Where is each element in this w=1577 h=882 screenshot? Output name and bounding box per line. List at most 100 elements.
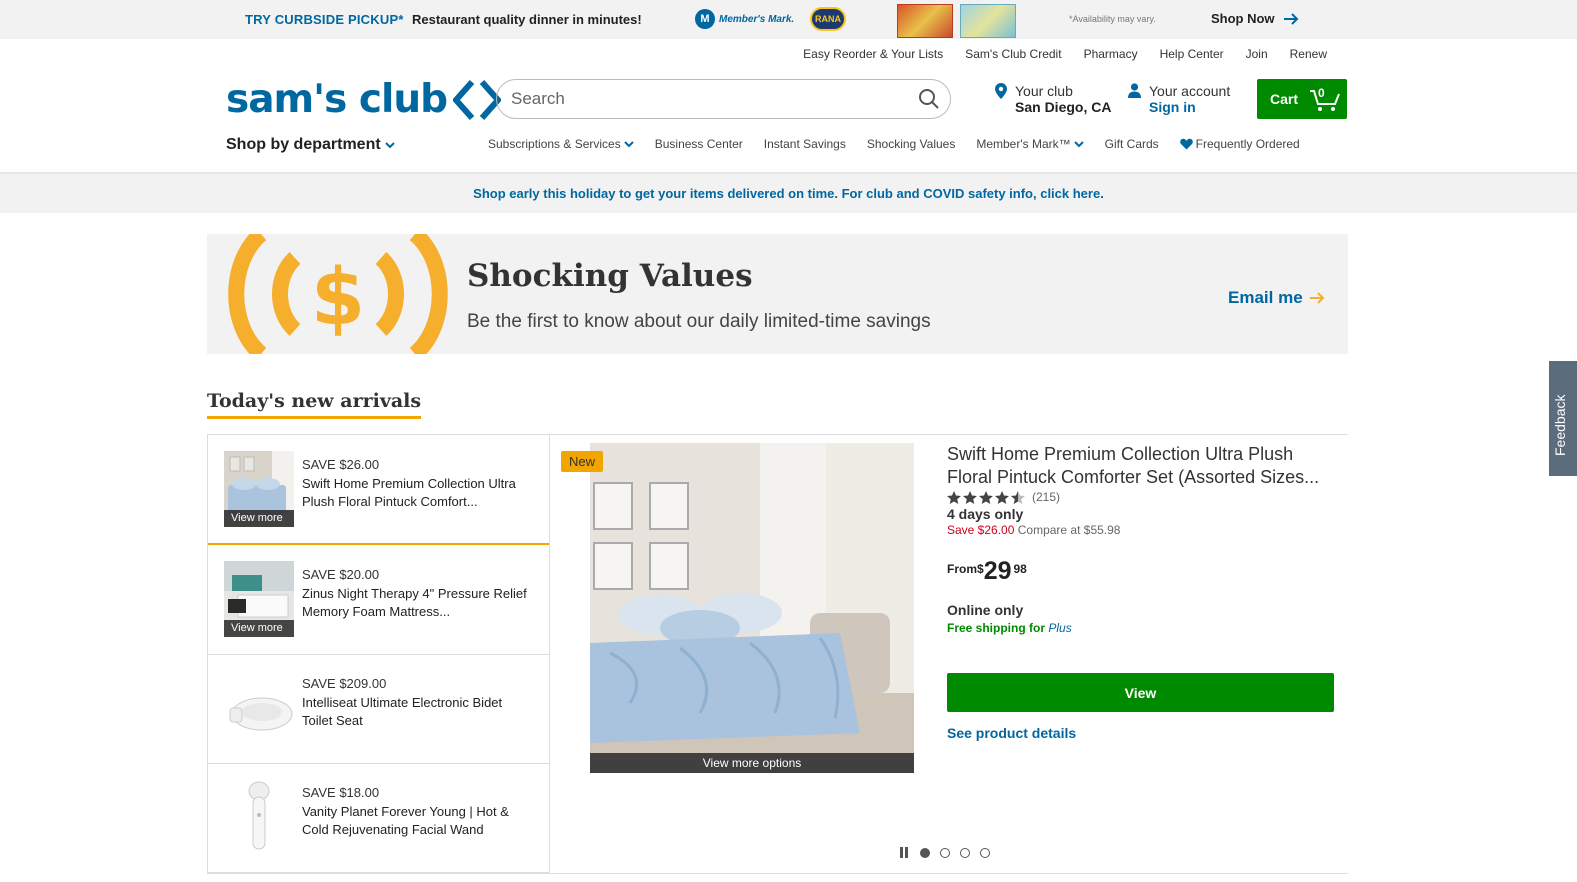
holiday-banner: Shop early this holiday to get your item… (0, 174, 1577, 213)
price-cents: 98 (1013, 562, 1027, 576)
product-name: Vanity Planet Forever Young | Hot & Cold… (302, 804, 509, 837)
carousel-dot[interactable] (960, 847, 970, 858)
cart-button[interactable]: Cart 0 (1257, 79, 1347, 119)
carousel-dot[interactable] (920, 847, 930, 858)
compare-price: Compare at $55.98 (1017, 523, 1121, 537)
sign-in-link[interactable]: Sign in (1149, 99, 1230, 115)
comforter-photo (590, 443, 914, 773)
featured-product-image[interactable] (590, 443, 914, 773)
list-item[interactable]: View more SAVE $26.00 Swift Home Premium… (208, 435, 549, 545)
nav-item-members-mark[interactable]: Member's Mark™ (976, 137, 1084, 151)
product-thumbnail (224, 779, 294, 855)
price: From $ 29 98 (947, 557, 1027, 586)
nav-item-subscriptions[interactable]: Subscriptions & Services (488, 137, 634, 151)
featured-product: View more options New Swift Home Premium… (549, 434, 1348, 874)
curbside-label: TRY CURBSIDE PICKUP* (245, 12, 404, 27)
utility-link-help-center[interactable]: Help Center (1160, 47, 1224, 61)
cart-label: Cart (1270, 91, 1299, 107)
nav-item-label: Frequently Ordered (1195, 137, 1300, 151)
product-package-image (960, 4, 1016, 38)
promo-tagline: Restaurant quality dinner in minutes! (412, 12, 642, 27)
availability-note: *Availability may vary. (1069, 14, 1156, 24)
price-from: From (947, 562, 977, 576)
shocking-values-title: Shocking Values (467, 258, 753, 294)
shocking-values-dollar-icon: $ (228, 234, 448, 354)
promo-bar[interactable]: TRY CURBSIDE PICKUP* Restaurant quality … (0, 0, 1577, 39)
members-mark-logo-text: Member's Mark. (719, 13, 795, 25)
rana-logo: RANA (810, 7, 846, 31)
carousel-dot[interactable] (980, 847, 990, 858)
shop-by-department[interactable]: Shop by department (226, 136, 395, 154)
nav-item-business-center[interactable]: Business Center (655, 137, 743, 151)
shocking-values-banner[interactable]: $ Shocking Values Be the first to know a… (207, 234, 1348, 354)
nav-item-shocking-values[interactable]: Shocking Values (867, 137, 956, 151)
feedback-tab[interactable]: Feedback (1549, 361, 1577, 476)
save-amount: SAVE $18.00 (302, 785, 380, 800)
save-amount: SAVE $26.00 (302, 457, 380, 472)
featured-product-title[interactable]: Swift Home Premium Collection Ultra Plus… (947, 443, 1342, 489)
logo-diamond-icon (453, 79, 502, 120)
price-currency: $ (977, 562, 984, 576)
email-me-link[interactable]: Email me (1228, 288, 1325, 308)
shop-now-label: Shop Now (1211, 11, 1275, 26)
chevron-down-icon (384, 141, 395, 148)
savings-line: Save $26.00 Compare at $55.98 (947, 523, 1120, 537)
chevron-down-icon (624, 140, 634, 147)
shipping-text: Free shipping for (947, 621, 1049, 635)
view-more-options-label[interactable]: View more options (590, 753, 914, 773)
shocking-values-subtitle: Be the first to know about our daily lim… (467, 311, 931, 332)
chevron-down-icon (1073, 140, 1084, 147)
product-thumbnail: View more (224, 451, 294, 527)
cart-icon (1310, 90, 1340, 111)
location-pin-icon (995, 83, 1007, 99)
your-account[interactable]: Your account Sign in (1128, 83, 1230, 115)
holiday-banner-text: Shop early this holiday to get your item… (473, 186, 1041, 201)
search-icon[interactable] (918, 88, 940, 110)
save-amount: SAVE $20.00 (302, 567, 380, 582)
pause-icon[interactable] (900, 847, 910, 858)
product-name: Swift Home Premium Collection Ultra Plus… (302, 476, 516, 509)
sams-club-logo[interactable]: sam's club (226, 77, 502, 122)
click-here-link[interactable]: click here. (1040, 186, 1104, 201)
carousel-controls (900, 847, 990, 858)
carousel-dot[interactable] (940, 847, 950, 858)
new-badge: New (561, 451, 604, 472)
feedback-label: Feedback (1552, 394, 1568, 456)
utility-link-pharmacy[interactable]: Pharmacy (1084, 47, 1138, 61)
main-nav: Subscriptions & Services Business Center… (488, 137, 1300, 151)
star-icon (995, 490, 1009, 504)
product-thumbnail (224, 670, 294, 746)
star-icon (979, 490, 993, 504)
nav-item-frequently-ordered[interactable]: Frequently Ordered (1179, 137, 1300, 151)
user-icon (1128, 83, 1141, 98)
list-item[interactable]: View more SAVE $20.00 Zinus Night Therap… (208, 545, 549, 655)
view-button[interactable]: View (947, 673, 1334, 712)
shop-now-link[interactable]: Shop Now (1211, 11, 1299, 26)
arrow-right-icon (1283, 12, 1298, 25)
see-product-details-link[interactable]: See product details (947, 725, 1076, 741)
club-label: Your club (1015, 83, 1073, 99)
utility-link-credit[interactable]: Sam's Club Credit (965, 47, 1061, 61)
utility-link-join[interactable]: Join (1246, 47, 1268, 61)
view-more-label: View more (224, 620, 294, 637)
search-input[interactable] (497, 80, 877, 118)
list-item[interactable]: SAVE $18.00 Vanity Planet Forever Young … (208, 763, 549, 873)
star-icon (963, 490, 977, 504)
review-count[interactable]: (215) (1032, 490, 1060, 504)
shop-by-department-label: Shop by department (226, 136, 381, 153)
plus-membership-label: Plus (1048, 621, 1072, 635)
days-only-label: 4 days only (947, 506, 1024, 522)
svg-text:$: $ (311, 253, 365, 343)
logo-wordmark: sam's club (226, 77, 448, 122)
members-mark-logo: M Member's Mark. (695, 9, 794, 29)
utility-link-renew[interactable]: Renew (1290, 47, 1327, 61)
utility-link-easy-reorder[interactable]: Easy Reorder & Your Lists (803, 47, 943, 61)
nav-item-instant-savings[interactable]: Instant Savings (764, 137, 846, 151)
shipping-info: Free shipping for Plus (947, 621, 1072, 635)
list-item[interactable]: SAVE $209.00 Intelliseat Ultimate Electr… (208, 654, 549, 764)
your-club[interactable]: Your club San Diego, CA (995, 83, 1111, 115)
utility-links: Easy Reorder & Your Lists Sam's Club Cre… (803, 47, 1327, 61)
nav-item-gift-cards[interactable]: Gift Cards (1105, 137, 1159, 151)
star-icon (947, 490, 961, 504)
search-box (496, 79, 951, 119)
